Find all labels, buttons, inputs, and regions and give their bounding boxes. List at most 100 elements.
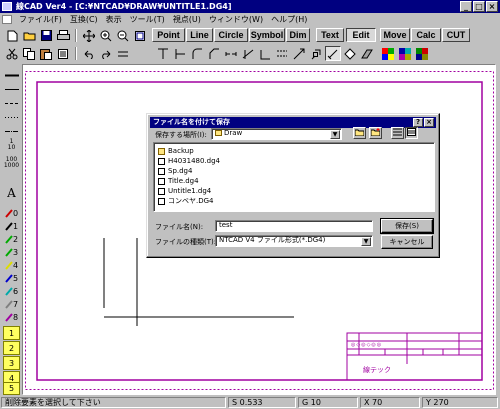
scale-1-10[interactable]: 1 10 xyxy=(3,138,20,152)
layer-1[interactable]: 1 xyxy=(3,326,20,340)
list-item[interactable]: Backup xyxy=(158,147,194,156)
cut-icon[interactable] xyxy=(4,46,20,61)
print-icon[interactable] xyxy=(55,28,71,43)
attribute-icon[interactable] xyxy=(308,46,324,61)
trim-icon[interactable] xyxy=(155,46,171,61)
new-file-icon[interactable] xyxy=(4,28,20,43)
split-icon[interactable] xyxy=(240,46,256,61)
pen-6[interactable]: 6 xyxy=(3,284,20,298)
change-color-icon[interactable] xyxy=(380,46,396,61)
tab-edit[interactable]: Edit xyxy=(346,28,376,42)
open-folder-icon[interactable] xyxy=(21,28,37,43)
list-item[interactable]: Title.dg4 xyxy=(158,177,199,186)
chamfer-icon[interactable] xyxy=(206,46,222,61)
tab-cut[interactable]: CUT xyxy=(442,28,470,42)
menu-viewpoint[interactable]: 視点(U) xyxy=(169,14,205,25)
menu-compat[interactable]: 互換(C) xyxy=(66,14,102,25)
pen-5[interactable]: 5 xyxy=(3,271,20,285)
close-button[interactable]: × xyxy=(486,1,498,12)
line-chain-icon[interactable] xyxy=(3,124,20,138)
pen-3[interactable]: 3 xyxy=(3,245,20,259)
maximize-button[interactable]: □ xyxy=(473,1,485,12)
break-icon[interactable] xyxy=(223,46,239,61)
help-button[interactable]: ? xyxy=(413,118,423,127)
zoom-fit-icon[interactable] xyxy=(132,28,148,43)
repeat-icon[interactable] xyxy=(115,46,131,61)
change-layer-icon[interactable] xyxy=(397,46,413,61)
chevron-down-icon[interactable]: ▼ xyxy=(330,130,340,139)
menu-file[interactable]: ファイル(F) xyxy=(15,14,66,25)
pen-8[interactable]: 8 xyxy=(3,310,20,324)
list-item[interactable]: コンベヤ.DG4 xyxy=(158,197,214,206)
paste-icon[interactable] xyxy=(38,46,54,61)
tab-point[interactable]: Point xyxy=(152,28,185,42)
layer-5[interactable]: 5 xyxy=(3,382,20,395)
new-folder-button[interactable] xyxy=(369,127,382,139)
minimize-button[interactable]: _ xyxy=(460,1,472,12)
line-dashed-icon[interactable] xyxy=(3,96,20,110)
pen-1[interactable]: 1 xyxy=(3,219,20,233)
file-list[interactable]: Backup H4031480.dg4 Sp.dg4 Title.dg4 Unt… xyxy=(153,142,435,212)
up-folder-button[interactable] xyxy=(353,127,366,139)
line-thin-icon[interactable] xyxy=(3,82,20,96)
fillet-icon[interactable] xyxy=(189,46,205,61)
offset-icon[interactable] xyxy=(274,46,290,61)
pan-icon[interactable] xyxy=(81,28,97,43)
title-block-marks: ◎◇◎◇◎◎ xyxy=(351,342,383,348)
zoom-in-icon[interactable] xyxy=(98,28,114,43)
list-item[interactable]: Sp.dg4 xyxy=(158,167,192,176)
stretch-icon[interactable] xyxy=(291,46,307,61)
extend-icon[interactable] xyxy=(172,46,188,61)
chevron-down-icon[interactable]: ▼ xyxy=(361,237,371,246)
list-item[interactable]: H4031480.dg4 xyxy=(158,157,220,166)
status-g: G 10 xyxy=(298,397,358,408)
status-message: 削除要素を選択して下さい xyxy=(1,397,226,408)
corner-icon[interactable] xyxy=(257,46,273,61)
line-solid-icon[interactable] xyxy=(3,68,20,82)
menu-view[interactable]: 表示 xyxy=(102,14,126,25)
pen-2[interactable]: 2 xyxy=(3,232,20,246)
erase-area-icon[interactable] xyxy=(342,46,358,61)
filename-input[interactable]: test xyxy=(215,220,373,232)
list-item[interactable]: Untitle1.dg4 xyxy=(158,187,211,196)
undo-icon[interactable] xyxy=(81,46,97,61)
text-tool[interactable]: A xyxy=(3,186,20,200)
pen-7[interactable]: 7 xyxy=(3,297,20,311)
tab-move[interactable]: Move xyxy=(380,28,410,42)
tab-circle[interactable]: Circle xyxy=(214,28,248,42)
save-icon[interactable] xyxy=(38,28,54,43)
file-name: コンベヤ.DG4 xyxy=(168,197,214,205)
tab-text[interactable]: Text xyxy=(316,28,344,42)
line-dotted-icon[interactable] xyxy=(3,110,20,124)
redo-icon[interactable] xyxy=(98,46,114,61)
dialog-close-button[interactable]: × xyxy=(424,118,434,127)
filetype-dropdown[interactable]: NTCAD V4 ファイル形式(*.DG4) ▼ xyxy=(215,235,373,247)
save-in-dropdown[interactable]: Draw ▼ xyxy=(211,128,342,140)
left-palette: 1 10 100 1000 A 0 1 2 3 4 5 6 7 8 1 2 3 … xyxy=(0,64,22,396)
save-button[interactable]: 保存(S) xyxy=(380,218,434,234)
tab-line[interactable]: Line xyxy=(186,28,213,42)
menu-tools[interactable]: ツール(T) xyxy=(126,14,169,25)
change-line-icon[interactable] xyxy=(414,46,430,61)
tab-dim[interactable]: Dim xyxy=(286,28,310,42)
eraser-icon[interactable] xyxy=(359,46,375,61)
zoom-out-icon[interactable] xyxy=(115,28,131,43)
main-window: 線CAD Ver4 - [C:¥NTCAD¥DRAW¥UNTITLE1.DG4]… xyxy=(0,0,500,409)
tab-calc[interactable]: Calc xyxy=(411,28,441,42)
layer-3[interactable]: 3 xyxy=(3,356,20,370)
copy-icon[interactable] xyxy=(21,46,37,61)
list-view-button[interactable] xyxy=(391,127,404,139)
document-icon[interactable] xyxy=(2,15,12,24)
details-view-button[interactable] xyxy=(405,127,418,139)
menu-window[interactable]: ウィンドウ(W) xyxy=(205,14,267,25)
layer-copy-icon[interactable] xyxy=(55,46,71,61)
menu-help[interactable]: ヘルプ(H) xyxy=(267,14,311,25)
tab-symbol[interactable]: Symbol xyxy=(249,28,285,42)
title-bar[interactable]: 線CAD Ver4 - [C:¥NTCAD¥DRAW¥UNTITLE1.DG4]… xyxy=(0,0,500,13)
delete-icon[interactable] xyxy=(325,46,341,61)
cancel-button[interactable]: キャンセル xyxy=(381,235,433,249)
scale-100-1000[interactable]: 100 1000 xyxy=(3,156,20,170)
layer-2[interactable]: 2 xyxy=(3,341,20,355)
pen-4[interactable]: 4 xyxy=(3,258,20,272)
pen-0[interactable]: 0 xyxy=(3,206,20,220)
